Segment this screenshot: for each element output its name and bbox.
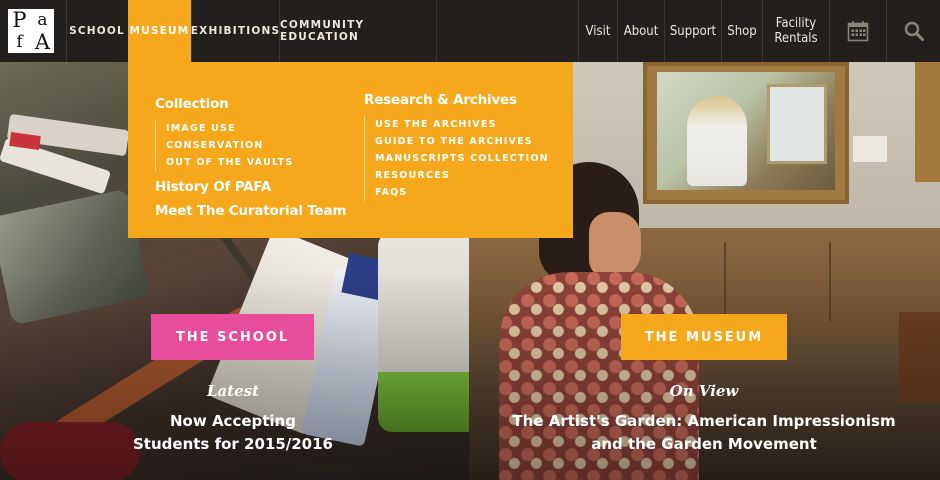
nav-item-museum[interactable]: MUSEUM xyxy=(128,0,191,62)
school-title-line-1[interactable]: Now Accepting xyxy=(110,410,356,432)
menu-link-manuscripts[interactable]: MANUSCRIPTS COLLECTION xyxy=(375,150,549,167)
nav-item-shop[interactable]: Shop xyxy=(722,0,762,62)
museum-kicker: On View xyxy=(669,382,739,400)
menu-heading-collection[interactable]: Collection xyxy=(155,96,229,112)
school-cta-button[interactable]: THE SCHOOL xyxy=(151,314,314,360)
logo-letter: f xyxy=(16,31,23,52)
top-navigation: P a f A SCHOOL MUSEUM EXHIBITIONS COMMUN… xyxy=(0,0,940,62)
menu-link-guide-to-archives[interactable]: GUIDE TO THE ARCHIVES xyxy=(375,133,549,150)
menu-link-out-of-the-vaults[interactable]: OUT OF THE VAULTS xyxy=(166,154,293,171)
nav-item-about[interactable]: About xyxy=(618,0,664,62)
collection-link-list: IMAGE USE CONSERVATION OUT OF THE VAULTS xyxy=(155,120,293,171)
nav-item-facility-rentals[interactable]: Facility Rentals xyxy=(763,0,829,62)
museum-cta-button[interactable]: THE MUSEUM xyxy=(621,314,787,360)
search-button[interactable] xyxy=(887,0,940,62)
museum-title-line-1[interactable]: The Artist's Garden: American Impression… xyxy=(500,410,908,432)
museum-mega-menu: Collection IMAGE USE CONSERVATION OUT OF… xyxy=(128,62,573,238)
calendar-icon xyxy=(847,21,869,42)
facility-rentals-line-1: Facility xyxy=(775,16,817,31)
nav-item-support[interactable]: Support xyxy=(665,0,721,62)
pafa-logo[interactable]: P a f A xyxy=(8,9,54,53)
facility-rentals-line-2: Rentals xyxy=(774,31,818,46)
nav-item-community-education[interactable]: COMMUNITY EDUCATION xyxy=(280,0,436,62)
menu-link-faqs[interactable]: FAQS xyxy=(375,184,549,201)
menu-heading-curatorial-team[interactable]: Meet The Curatorial Team xyxy=(155,203,346,219)
menu-link-image-use[interactable]: IMAGE USE xyxy=(166,120,293,137)
school-title-line-2[interactable]: Students for 2015/2016 xyxy=(110,433,356,455)
logo-letter: P xyxy=(12,7,27,32)
nav-item-visit[interactable]: Visit xyxy=(579,0,617,62)
menu-heading-history[interactable]: History Of PAFA xyxy=(155,179,271,195)
logo-letter: a xyxy=(37,9,48,30)
archives-link-list: USE THE ARCHIVES GUIDE TO THE ARCHIVES M… xyxy=(364,116,549,201)
menu-heading-research-archives[interactable]: Research & Archives xyxy=(364,92,517,108)
museum-title-line-2[interactable]: and the Garden Movement xyxy=(500,433,908,455)
nav-item-school[interactable]: SCHOOL xyxy=(67,0,127,62)
calendar-button[interactable] xyxy=(830,0,886,62)
menu-link-conservation[interactable]: CONSERVATION xyxy=(166,137,293,154)
nav-item-exhibitions[interactable]: EXHIBITIONS xyxy=(191,0,279,62)
menu-link-use-the-archives[interactable]: USE THE ARCHIVES xyxy=(375,116,549,133)
menu-link-resources[interactable]: RESOURCES xyxy=(375,167,549,184)
logo-letter: A xyxy=(34,29,51,54)
school-kicker: Latest xyxy=(206,382,260,400)
search-icon xyxy=(904,21,924,41)
nav-divider xyxy=(436,0,437,62)
